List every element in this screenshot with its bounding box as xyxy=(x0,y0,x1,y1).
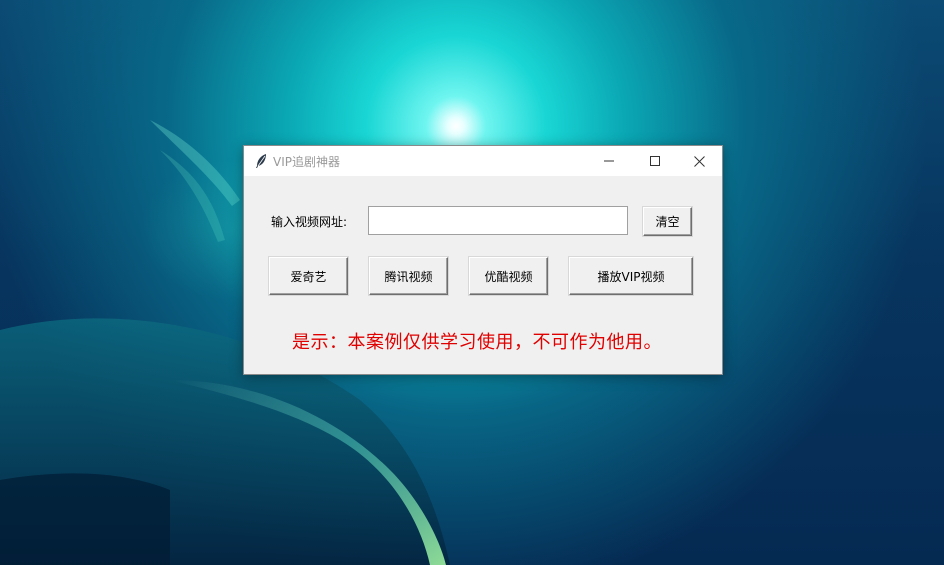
play-vip-video-button[interactable]: 播放VIP视频 xyxy=(569,257,693,295)
minimize-button[interactable] xyxy=(586,146,632,176)
clear-button[interactable]: 清空 xyxy=(643,207,692,236)
title-bar[interactable]: VIP追剧神器 xyxy=(244,146,722,176)
close-icon xyxy=(693,155,705,167)
url-label: 输入视频网址: xyxy=(271,215,348,229)
maximize-button[interactable] xyxy=(632,146,678,176)
desktop: VIP追剧神器 输入视频网址: 清空 爱奇艺 腾讯视频 优酷视频 播放VIP视频… xyxy=(0,0,944,565)
window-title: VIP追剧神器 xyxy=(273,155,340,169)
minimize-icon xyxy=(604,160,614,162)
maximize-icon xyxy=(650,156,660,166)
app-window: VIP追剧神器 输入视频网址: 清空 爱奇艺 腾讯视频 优酷视频 播放VIP视频… xyxy=(243,145,723,375)
notice-text: 是示：本案例仅供学习使用，不可作为他用。 xyxy=(292,332,662,353)
iqiyi-button[interactable]: 爱奇艺 xyxy=(269,257,348,295)
close-button[interactable] xyxy=(676,146,722,176)
client-area: 输入视频网址: 清空 爱奇艺 腾讯视频 优酷视频 播放VIP视频 是示：本案例仅… xyxy=(244,176,722,374)
youku-video-button[interactable]: 优酷视频 xyxy=(469,257,548,295)
tencent-video-button[interactable]: 腾讯视频 xyxy=(369,257,448,295)
url-input[interactable] xyxy=(368,206,628,235)
feather-icon xyxy=(254,153,268,169)
